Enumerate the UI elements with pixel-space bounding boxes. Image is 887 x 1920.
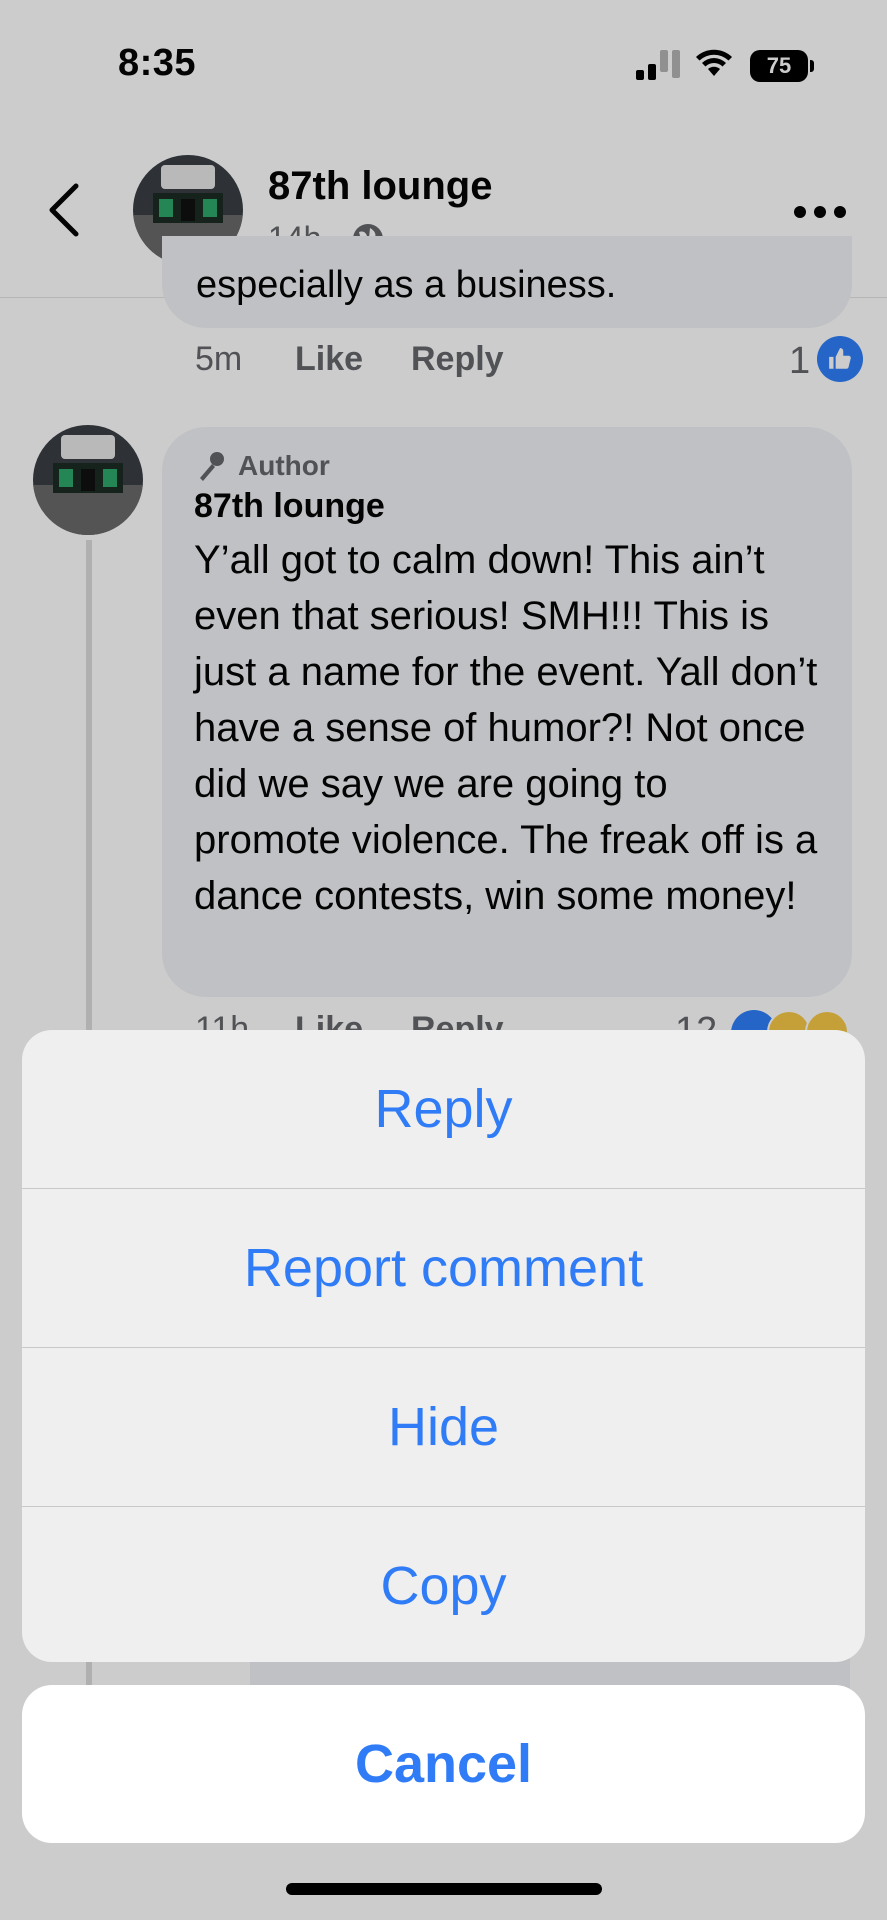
reply-action[interactable]: Reply [22,1030,865,1188]
cancel-button[interactable]: Cancel [22,1685,865,1843]
copy-action[interactable]: Copy [22,1507,865,1662]
hide-action[interactable]: Hide [22,1348,865,1506]
home-indicator[interactable] [286,1883,602,1895]
report-comment-action[interactable]: Report comment [22,1189,865,1347]
action-sheet: Reply Report comment Hide Copy [22,1030,865,1662]
